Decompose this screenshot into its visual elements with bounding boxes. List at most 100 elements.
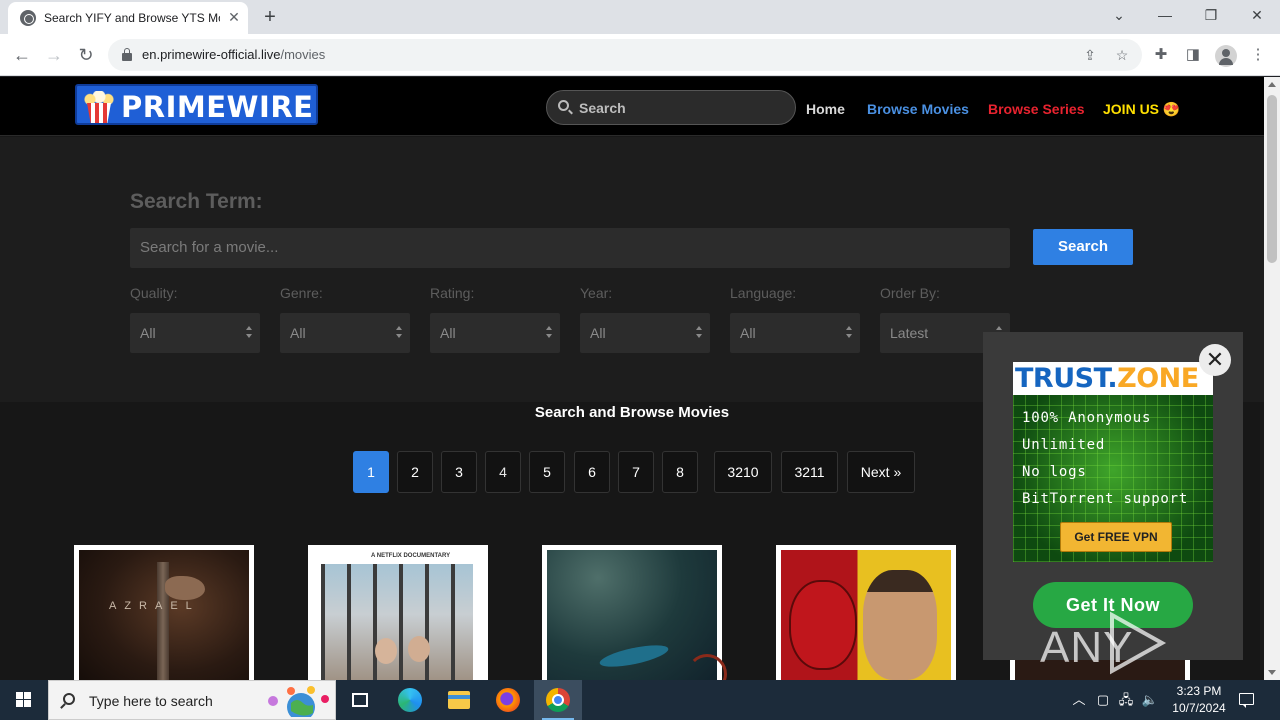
- search-term-label: Search Term:: [130, 190, 263, 213]
- lock-icon: [122, 48, 132, 61]
- search-button[interactable]: Search: [1033, 229, 1133, 265]
- page-link-5[interactable]: 5: [529, 451, 565, 493]
- rating-label: Rating:: [430, 285, 475, 301]
- chrome-icon[interactable]: [534, 680, 582, 720]
- side-panel-icon[interactable]: ◨: [1183, 45, 1203, 65]
- nav-browse-series[interactable]: Browse Series: [988, 101, 1085, 117]
- minimize-icon[interactable]: —: [1152, 4, 1178, 26]
- movie-poster[interactable]: [542, 545, 727, 680]
- popcorn-icon: [81, 89, 117, 123]
- poster-image: AZRAEL: [79, 550, 249, 680]
- page-link-3[interactable]: 3: [441, 451, 477, 493]
- task-view-icon[interactable]: [336, 680, 384, 720]
- next-page-link[interactable]: Next »: [847, 451, 915, 493]
- page-link-3210[interactable]: 3210: [714, 451, 772, 493]
- ad-brand-zone: ZONE: [1117, 363, 1199, 394]
- web-page: PRIMEWIRE Search Home Browse Movies Brow…: [0, 77, 1264, 680]
- ad-close-icon[interactable]: ✕: [1199, 344, 1231, 376]
- window-close-icon[interactable]: ✕: [1244, 4, 1270, 26]
- scroll-down-arrow-icon[interactable]: [1268, 670, 1276, 675]
- year-select[interactable]: All: [580, 313, 710, 353]
- page-link-8[interactable]: 8: [662, 451, 698, 493]
- poster-image: [547, 550, 727, 680]
- page-link-6[interactable]: 6: [574, 451, 610, 493]
- ad-brand-trust: TRUST.: [1015, 363, 1118, 394]
- network-icon[interactable]: 🖧: [1117, 691, 1135, 709]
- anyrun-watermark: ANY RUN: [1040, 607, 1240, 680]
- select-arrows-icon: [396, 326, 402, 340]
- tray-chevron-icon[interactable]: ︿: [1070, 691, 1088, 709]
- browser-toolbar: ← → ↻ en.primewire-official.live/movies …: [0, 34, 1280, 76]
- logo-prime: PRIME: [121, 90, 227, 124]
- page-link-3211[interactable]: 3211: [781, 451, 838, 493]
- nav-join-us[interactable]: JOIN US 😍: [1103, 101, 1180, 118]
- movie-poster[interactable]: A NETFLIX DOCUMENTARY: [308, 545, 488, 680]
- poster-photo: [321, 564, 473, 680]
- notifications-icon[interactable]: [1236, 690, 1256, 710]
- tab-search-chevron-icon[interactable]: ⌄: [1106, 4, 1132, 26]
- nav-browse-movies[interactable]: Browse Movies: [867, 101, 969, 117]
- page-link-2[interactable]: 2: [397, 451, 433, 493]
- taskbar-search-box[interactable]: Type here to search: [48, 680, 336, 720]
- movie-poster[interactable]: [776, 545, 956, 680]
- genre-select[interactable]: All: [280, 313, 410, 353]
- poster-image: [781, 550, 951, 680]
- poster-hand: [165, 576, 205, 600]
- movie-search-input[interactable]: Search for a movie...: [130, 228, 1010, 268]
- new-tab-button[interactable]: +: [259, 6, 281, 28]
- poster-face: [408, 636, 430, 662]
- windows-taskbar: Type here to search ︿ ▢ 🖧 🔈 3:23 PM 10/7…: [0, 680, 1280, 720]
- page-link-1[interactable]: 1: [353, 451, 389, 493]
- site-logo[interactable]: PRIMEWIRE: [75, 84, 318, 125]
- header-search-placeholder: Search: [579, 100, 626, 116]
- taskbar-search-placeholder: Type here to search: [89, 693, 213, 709]
- language-value: All: [740, 325, 756, 341]
- profile-avatar-icon[interactable]: [1215, 45, 1237, 67]
- address-bar[interactable]: en.primewire-official.live/movies ⇪ ☆: [108, 39, 1142, 71]
- page-link-4[interactable]: 4: [485, 451, 521, 493]
- poster-title-text: AZRAEL: [109, 600, 200, 612]
- language-select[interactable]: All: [730, 313, 860, 353]
- url-path: /movies: [280, 47, 326, 62]
- restore-icon[interactable]: ❐: [1198, 4, 1224, 26]
- clock-time: 3:23 PM: [1176, 684, 1222, 698]
- extensions-puzzle-icon[interactable]: ✚: [1151, 45, 1171, 65]
- tray-device-icon[interactable]: ▢: [1094, 691, 1112, 709]
- menu-kebab-icon[interactable]: ⋮: [1248, 45, 1268, 65]
- site-header: PRIMEWIRE Search Home Browse Movies Brow…: [0, 77, 1264, 136]
- windows-start-icon[interactable]: [0, 680, 48, 720]
- quality-select[interactable]: All: [130, 313, 260, 353]
- reload-icon[interactable]: ↻: [73, 42, 99, 68]
- browser-tab[interactable]: Search YIFY and Browse YTS Mo ✕: [8, 2, 248, 34]
- scrollbar-thumb[interactable]: [1267, 95, 1277, 263]
- volume-icon[interactable]: 🔈: [1141, 691, 1159, 709]
- globe-icon: [20, 10, 36, 26]
- rating-select[interactable]: All: [430, 313, 560, 353]
- select-arrows-icon: [696, 326, 702, 340]
- movie-poster[interactable]: AZRAEL: [74, 545, 254, 680]
- url-domain: en.primewire-official.live: [142, 47, 281, 62]
- url-text: en.primewire-official.live/movies: [142, 47, 325, 62]
- page-scrollbar[interactable]: [1264, 77, 1280, 680]
- bookmark-star-icon[interactable]: ☆: [1113, 46, 1131, 64]
- poster-face: [375, 638, 397, 664]
- search-highlight-globe-icon: [268, 686, 329, 717]
- quality-value: All: [140, 325, 156, 341]
- page-link-7[interactable]: 7: [618, 451, 654, 493]
- taskbar-clock[interactable]: 3:23 PM 10/7/2024: [1160, 683, 1238, 717]
- file-explorer-icon[interactable]: [435, 680, 483, 720]
- browser-tab-bar: Search YIFY and Browse YTS Mo ✕ + ⌄ — ❐ …: [0, 0, 1280, 34]
- back-arrow-icon[interactable]: ←: [9, 42, 35, 68]
- nav-home[interactable]: Home: [806, 101, 845, 117]
- edge-icon[interactable]: [386, 680, 434, 720]
- firefox-icon[interactable]: [484, 680, 532, 720]
- ad-feature: Unlimited: [1022, 437, 1106, 453]
- share-icon[interactable]: ⇪: [1081, 46, 1099, 64]
- tab-close-icon[interactable]: ✕: [226, 9, 242, 25]
- forward-arrow-icon[interactable]: →: [41, 42, 67, 68]
- scroll-up-arrow-icon[interactable]: [1268, 82, 1276, 87]
- get-free-vpn-button[interactable]: Get FREE VPN: [1060, 522, 1172, 552]
- header-search-input[interactable]: Search: [546, 90, 796, 125]
- select-arrows-icon: [846, 326, 852, 340]
- ad-banner[interactable]: TRUST.ZONE 100% Anonymous Unlimited No l…: [1013, 362, 1213, 562]
